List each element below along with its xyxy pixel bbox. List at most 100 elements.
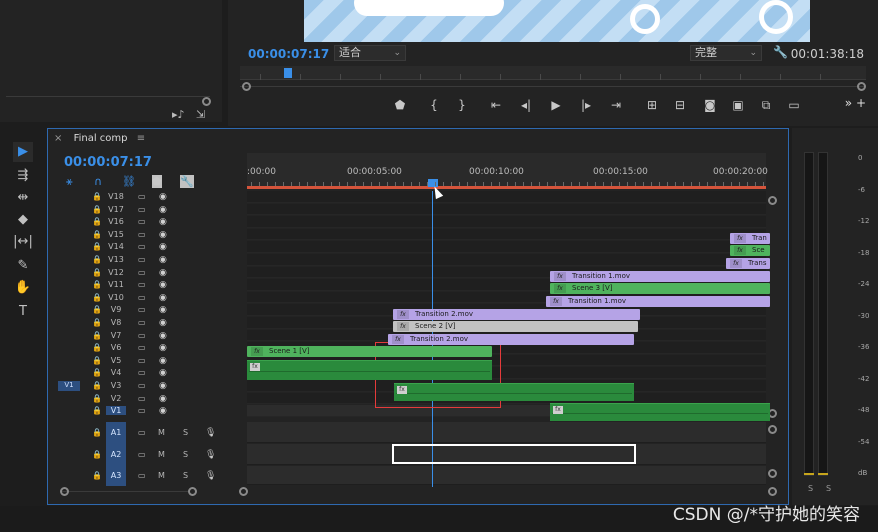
timeline-hscroll-right[interactable]: [768, 487, 777, 496]
track-lane[interactable]: [247, 254, 766, 266]
extract-icon[interactable]: ⊟: [670, 98, 690, 112]
mute-button[interactable]: M: [158, 450, 165, 459]
lock-icon[interactable]: 🔒: [92, 293, 102, 302]
wrench-icon[interactable]: 🔧: [180, 175, 194, 188]
program-playhead[interactable]: [284, 68, 292, 78]
type-tool-icon[interactable]: T: [13, 302, 33, 322]
sync-lock-icon[interactable]: ▭: [138, 331, 146, 340]
eye-icon[interactable]: ◉: [159, 280, 167, 290]
track-lane[interactable]: [247, 465, 766, 485]
quality-select[interactable]: 完整 ⌄: [690, 45, 762, 61]
sync-lock-icon[interactable]: ▭: [138, 368, 146, 377]
video-clip[interactable]: fx Scene 1 [V]: [247, 346, 492, 357]
track-lane[interactable]: [247, 191, 766, 203]
track-lane[interactable]: [247, 216, 766, 228]
track-select-tool-icon[interactable]: ⇶: [13, 166, 33, 186]
eye-icon[interactable]: ◉: [159, 242, 167, 252]
sync-lock-icon[interactable]: ▭: [138, 428, 146, 437]
track-name[interactable]: A3: [106, 465, 126, 486]
sync-lock-icon[interactable]: ▭: [138, 343, 146, 352]
proxy-toggle-icon[interactable]: ⧉: [756, 98, 776, 113]
add-button-icon[interactable]: » +: [845, 96, 866, 110]
track-name[interactable]: V9: [106, 305, 126, 314]
lock-icon[interactable]: 🔒: [92, 450, 102, 459]
source-patch[interactable]: V1: [58, 381, 80, 391]
sync-lock-icon[interactable]: ▭: [138, 268, 146, 277]
go-to-in-icon[interactable]: ⇤: [486, 98, 506, 112]
razor-tool-icon[interactable]: ◆: [13, 210, 33, 230]
lock-icon[interactable]: 🔒: [92, 331, 102, 340]
vertical-scroll-audio[interactable]: [768, 425, 777, 434]
lock-icon[interactable]: 🔒: [92, 268, 102, 277]
track-name[interactable]: V17: [106, 205, 126, 214]
wrench-icon[interactable]: 🔧: [773, 45, 788, 59]
add-marker-icon[interactable]: ⬟: [390, 98, 410, 112]
track-name[interactable]: V15: [106, 230, 126, 239]
sync-lock-icon[interactable]: ▭: [138, 230, 146, 239]
vr-video-icon[interactable]: ▭: [784, 98, 804, 112]
mute-button[interactable]: M: [158, 428, 165, 437]
lift-icon[interactable]: ⊞: [642, 98, 662, 112]
voice-over-icon[interactable]: 🎙: [205, 450, 216, 460]
eye-icon[interactable]: ◉: [159, 230, 167, 240]
comparison-view-icon[interactable]: ▣: [728, 98, 748, 112]
play-icon[interactable]: ▶: [546, 98, 566, 112]
sync-lock-icon[interactable]: ▭: [138, 192, 146, 201]
selection-tool-icon[interactable]: ▶: [13, 142, 33, 162]
sync-lock-icon[interactable]: ▭: [138, 242, 146, 251]
audio-clip[interactable]: fx: [550, 403, 770, 421]
track-name[interactable]: V1: [106, 406, 126, 416]
track-name[interactable]: V11: [106, 280, 126, 289]
sync-lock-icon[interactable]: ▭: [138, 406, 146, 415]
linked-selection-icon[interactable]: ⛓: [122, 175, 136, 188]
lock-icon[interactable]: 🔒: [92, 471, 102, 480]
audio-clip[interactable]: fx: [247, 360, 492, 380]
eye-icon[interactable]: ◉: [159, 394, 167, 404]
sync-lock-icon[interactable]: ▭: [138, 217, 146, 226]
mute-button[interactable]: M: [158, 471, 165, 480]
lock-icon[interactable]: 🔒: [92, 343, 102, 352]
eye-icon[interactable]: ◉: [159, 331, 167, 341]
eye-icon[interactable]: ◉: [159, 381, 167, 391]
track-lane[interactable]: [247, 241, 766, 253]
lock-icon[interactable]: 🔒: [92, 428, 102, 437]
go-to-out-icon[interactable]: ⇥: [606, 98, 626, 112]
eye-icon[interactable]: ◉: [159, 192, 167, 202]
eye-icon[interactable]: ◉: [159, 205, 167, 215]
track-name[interactable]: V18: [106, 192, 126, 201]
track-name[interactable]: V2: [106, 394, 126, 403]
video-clip[interactable]: fx Scene 2 [V]: [393, 321, 638, 332]
sync-lock-icon[interactable]: ▭: [138, 293, 146, 302]
insert-icon[interactable]: ⇲: [196, 108, 205, 121]
audio-clip[interactable]: fx: [394, 383, 634, 401]
timeline-hscroll-left[interactable]: [239, 487, 248, 496]
vertical-scroll-top[interactable]: [768, 196, 777, 205]
track-lane[interactable]: [247, 228, 766, 241]
lock-icon[interactable]: 🔒: [92, 217, 102, 226]
eye-icon[interactable]: ◉: [159, 268, 167, 278]
track-name[interactable]: V5: [106, 356, 126, 365]
solo-button[interactable]: S: [183, 471, 188, 480]
program-timecode[interactable]: 00:00:07:17: [248, 47, 329, 61]
track-name[interactable]: A1: [106, 421, 126, 444]
slip-tool-icon[interactable]: |↔|: [13, 232, 33, 252]
track-name[interactable]: V13: [106, 255, 126, 264]
sync-lock-icon[interactable]: ▭: [138, 471, 146, 480]
video-clip[interactable]: fx Transition 1.mov: [550, 271, 770, 282]
track-name[interactable]: V12: [106, 268, 126, 277]
source-scrollbar[interactable]: [6, 96, 210, 97]
nest-icon[interactable]: ⚹: [66, 175, 73, 189]
video-clip[interactable]: fx Sce: [730, 245, 770, 256]
lock-icon[interactable]: 🔒: [92, 406, 102, 415]
sync-lock-icon[interactable]: ▭: [138, 356, 146, 365]
program-zoom-scrollbar[interactable]: [240, 86, 864, 87]
sync-lock-icon[interactable]: ▭: [138, 450, 146, 459]
track-name[interactable]: V16: [106, 217, 126, 226]
zoom-handle-left[interactable]: [242, 82, 251, 91]
track-name[interactable]: V3: [106, 381, 126, 390]
lock-icon[interactable]: 🔒: [92, 356, 102, 365]
snap-icon[interactable]: ∩: [94, 175, 102, 188]
menu-icon[interactable]: ≡: [137, 133, 145, 144]
eye-icon[interactable]: ◉: [159, 217, 167, 227]
fit-select[interactable]: 适合 ⌄: [334, 45, 406, 61]
